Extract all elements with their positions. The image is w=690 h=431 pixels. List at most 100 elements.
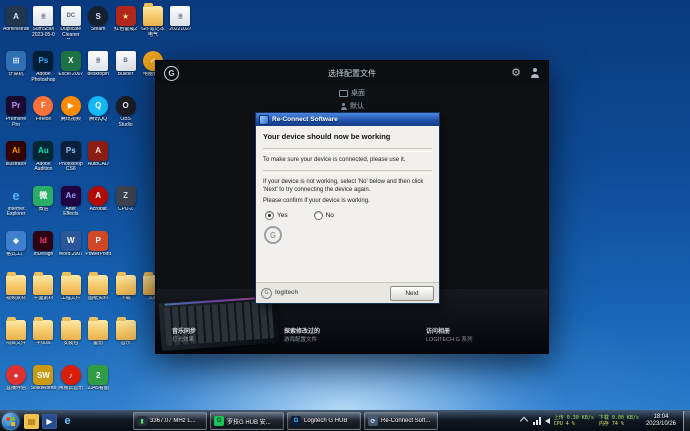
desktop-icon-label: Go-笔记本电气 [141,27,165,38]
desktop-icon-folder-music[interactable]: 音乐 [113,317,139,347]
taskbar-button-label: Re-Connect Soft... [381,418,431,424]
profile-default[interactable]: 默认 [340,101,364,111]
desktop-icon-label: Photoshop CS6 [58,161,83,173]
desktop-icon-netease-music[interactable]: ♪ 网易云音乐 [58,365,84,392]
desktop-icon-label: Adobe Photoshop [31,71,56,83]
desktop-icon-2345-viewer[interactable]: 2 2345看图 [85,365,111,392]
desktop-icon-excel[interactable]: X Excel 2007 [58,50,84,78]
desktop-icon-autocad[interactable]: A AutoCAD [85,140,111,168]
taskbar-pinned-explorer[interactable]: ▤ [24,413,39,429]
radio-button-icon[interactable] [265,211,274,221]
desktop-icon-label: 红色警戒2 [114,27,137,32]
settings-gear-icon[interactable]: ⚙ [511,67,521,79]
desktop-icon-premiere[interactable]: Pr Premiere Pro [3,95,29,129]
desktop-icon-after-effects[interactable]: Ae After Effects [58,185,84,219]
profile-selector: 桌面 默认 [156,88,548,111]
desktop-icon-sumscan[interactable]: ≣ SumScan 2023-05-0 [30,6,56,39]
taskbar-pinned-icons: ▤ ▶ e [24,413,75,429]
desktop-icon-firefox[interactable]: F Firefox [30,95,56,123]
dialog-paragraph-3: Please confirm if your device is working… [263,198,370,205]
network-icon[interactable] [532,417,541,425]
desktop-icon-duplicate-cleaner[interactable]: DCDuplicate Cleaner Pro [58,6,84,39]
taskbar-clock[interactable]: 18:04 2023/10/26 [643,414,679,428]
next-button[interactable]: Next [390,285,434,301]
desktop-icon-obs[interactable]: O OBS Studio [113,95,139,129]
desktop-icon-folder-drawings[interactable]: 图纸资料 [85,272,111,302]
desktop-icon-qq[interactable]: Q 腾讯QQ [85,95,111,123]
radio-yes[interactable]: Yes [265,211,288,221]
desktop-icon-folder-setup[interactable]: 安装包 [58,317,84,347]
desktop-icon-folder-20221027[interactable]: ≣ 20221027 [167,6,193,33]
desktop-icon-administrator[interactable]: AAdministrator [3,6,29,33]
user-account-icon[interactable] [530,68,540,78]
profile-default-label: 默认 [350,103,364,110]
desktop-icon-wechat[interactable]: 微微信 [30,185,56,213]
dialog-footer: G logitech Next [256,282,439,303]
dialog-paragraph-1: To make sure your device is connected, p… [263,157,406,163]
firefox-icon: F [33,95,54,116]
desktop-icon-folder-design[interactable]: 平面素材 [30,272,56,302]
desktop-icon-desktopin[interactable]: ≣ desktopin [85,50,111,78]
dialog-title: Re-Connect Software [272,116,338,123]
ghub-titlebar[interactable]: G 选择配置文件 ⚙ [156,61,548,85]
folder-fonts-icon [33,317,54,341]
start-button[interactable] [2,412,19,430]
taskbar-button-cpu-monitor[interactable]: ▮ 3367.07 MHz L... [133,412,207,430]
desktop-icon-illustrator[interactable]: Ai Illustrator [3,140,29,168]
desktop-icon-photoshop-cs6[interactable]: Ps Photoshop CS6 [58,140,84,174]
desktop-icon-computer[interactable]: ⊞ 计算机 [3,50,29,78]
folder-video-icon [6,272,26,296]
desktop-icon-powerpoint[interactable]: P PowerPoint [85,230,111,258]
desktop-icon-folder-backup[interactable]: 备份 [85,317,111,347]
desktop-icon-folder-downloads[interactable]: 下载 [113,272,139,302]
desktop-icon-label: After Effects [63,206,79,218]
desktop-icon-label: CPU-Z [117,206,134,212]
radio-no[interactable]: No [313,211,334,221]
netease-music-icon: ♪ [60,365,81,386]
desktop-icon-word[interactable]: W Word 2007 [58,230,84,258]
taskbar-pinned-media-player[interactable]: ▶ [42,413,57,429]
profile-group[interactable]: 桌面 [339,88,365,98]
desktop-icon-builder[interactable]: B Builder [113,50,139,78]
desktop-icon-folder-projects[interactable]: 工程文件 [58,272,84,302]
taskbar-pinned-ie-browser[interactable]: e [60,414,75,429]
memory-usage: 内存 74 % [598,421,624,427]
taskbar-button-ghub-installer[interactable]: G 罗技G HUB 安... [210,412,284,430]
desktop-icon-red-alert[interactable]: ★ 红色警戒2 [113,6,139,33]
volume-icon[interactable] [544,418,550,424]
desktop-icon-photoshop[interactable]: Ps Adobe Photoshop [30,50,56,84]
desktop-icon-cpu-z[interactable]: Z CPU-Z [113,185,139,213]
powerpoint-icon: P [88,230,109,251]
radio-button-icon[interactable] [313,211,323,221]
desktop-icon-acrobat[interactable]: A Acrobat [85,185,111,213]
dialog-paragraph-2: If your device is not working, select 'N… [263,178,424,193]
desktop-icon-label: PowerPoint [85,251,111,257]
taskbar-button-reconnect[interactable]: ⟳ Re-Connect Soft... [364,412,438,430]
desktop-icon-audition[interactable]: Au Adobe Audition [30,140,56,174]
desktop-icon-ie[interactable]: e Internet Explorer [3,186,29,219]
dialog-titlebar[interactable]: Re-Connect Software [256,113,439,126]
desktop-icon-tencent-video[interactable]: ▶ 腾讯视频 [58,95,84,123]
desktop-icon-indesign[interactable]: Id InDesign [30,230,56,258]
desktop-icon-folder-proj2[interactable]: 项目文件 [3,317,29,347]
desktop-icon-live-helper[interactable]: ● 直播伴侣 [3,365,29,392]
desktop-icon-go-notebook[interactable]: Go-笔记本电气 [140,3,166,39]
desktop-icon-label: 微信 [38,206,49,212]
tray-expand-icon[interactable] [519,416,528,426]
ghub-icon: G [291,416,301,426]
desktop-icon-steam[interactable]: S Steam [85,6,111,33]
desktop-icon-label: 安装包 [63,341,79,347]
desktop-icon-solidworks[interactable]: SW SolidWorks [30,365,56,392]
desktop-icon-folder-fonts[interactable]: 字体库 [30,317,56,347]
desktop-icon-folder-video[interactable]: 视频素材 [3,272,29,302]
profile-group-label: 桌面 [351,90,365,97]
show-desktop-button[interactable] [683,411,690,431]
folder-setup-icon [60,317,81,341]
logitech-g-logo-icon: G [164,65,179,81]
qq-icon: Q [88,95,109,116]
taskbar-button-ghub[interactable]: G Logitech G HUB [287,412,361,430]
desktop-icon-label: Administrator [3,27,29,32]
desktop-icon-format-factory[interactable]: ◆ 格式工厂 [3,230,29,258]
ghub-title: 选择配置文件 [328,68,376,78]
radio-label: No [325,212,334,220]
